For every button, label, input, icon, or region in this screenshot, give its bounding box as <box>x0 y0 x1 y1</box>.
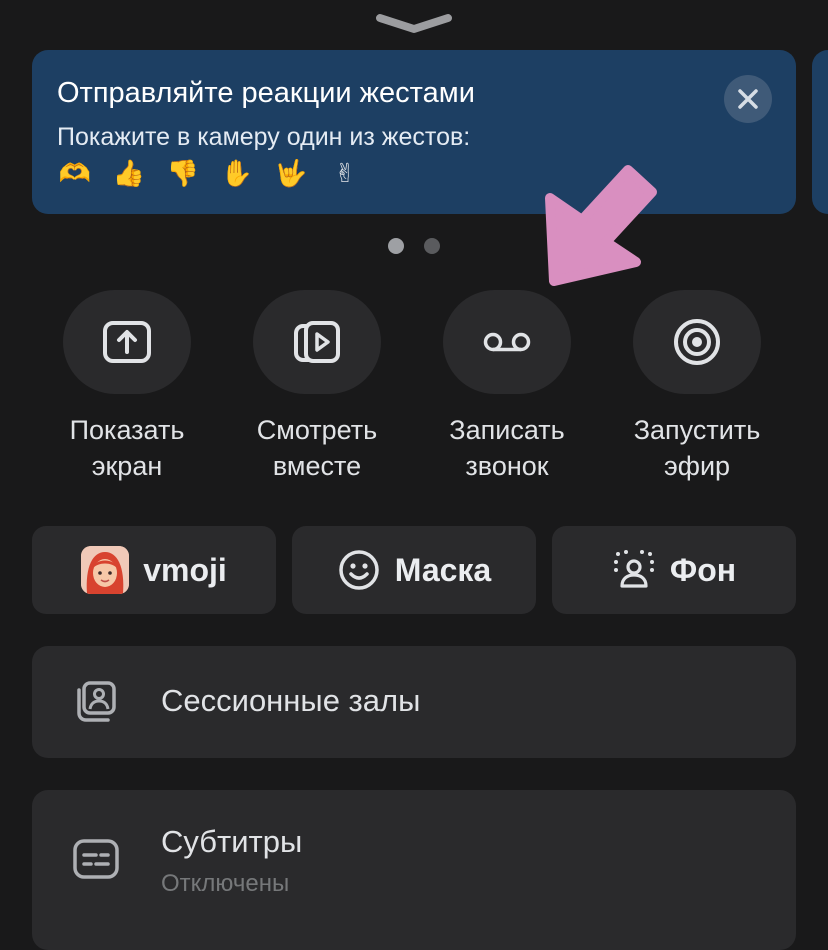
mask-button[interactable]: Маска <box>292 526 536 614</box>
action-watch-together[interactable]: Смотреть вместе <box>222 290 412 484</box>
subtitles-icon <box>73 839 119 879</box>
record-call-button[interactable] <box>443 290 571 394</box>
breakout-rooms-label: Сессионные залы <box>161 683 421 718</box>
vmoji-avatar <box>81 546 130 594</box>
watch-together-button[interactable] <box>253 290 381 394</box>
thumbs-up-icon: 👍 <box>112 159 146 189</box>
broadcast-icon <box>674 319 720 365</box>
thumbs-down-icon: 👎 <box>166 159 200 189</box>
vmoji-label: vmoji <box>143 551 227 588</box>
banner-subtitle: Покажите в камеру один из жестов: <box>57 123 471 151</box>
record-icon <box>483 332 531 352</box>
share-screen-label: Показать экран <box>69 415 185 481</box>
smiley-face-icon <box>339 550 379 590</box>
raised-hand-icon: ✋ <box>220 159 254 189</box>
gesture-list: 🫶 👍 👎 ✋ 🤟 ✌ <box>57 157 363 191</box>
subtitles-label: Субтитры <box>161 824 303 859</box>
banner-title: Отправляйте реакции жестами <box>57 77 475 109</box>
love-you-gesture-icon: 🤟 <box>274 159 308 189</box>
action-share-screen[interactable]: Показать экран <box>32 290 222 484</box>
action-start-broadcast[interactable]: Запустить эфир <box>602 290 792 484</box>
watch-together-label: Смотреть вместе <box>256 415 378 481</box>
subtitles-row[interactable]: Субтитры Отключены <box>32 790 796 950</box>
breakout-rooms-icon <box>77 681 116 722</box>
background-blur-icon <box>613 550 654 588</box>
close-banner-button[interactable] <box>724 75 772 123</box>
watch-together-icon <box>294 321 340 363</box>
background-label: Фон <box>669 551 737 588</box>
background-button[interactable]: Фон <box>552 526 796 614</box>
next-banner-peek[interactable] <box>812 50 828 214</box>
close-icon <box>738 89 758 109</box>
share-screen-button[interactable] <box>63 290 191 394</box>
mask-label: Маска <box>394 551 492 588</box>
heart-hands-icon: 🫶 <box>58 159 92 189</box>
vmoji-button[interactable]: vmoji <box>32 526 276 614</box>
pagination-dot-active[interactable] <box>388 238 404 254</box>
chevron-down-icon[interactable] <box>374 10 454 36</box>
subtitles-status: Отключены <box>161 870 290 897</box>
record-call-label: Записать звонок <box>449 415 565 481</box>
screen-share-icon <box>103 321 151 363</box>
start-broadcast-label: Запустить эфир <box>633 415 761 481</box>
action-record-call[interactable]: Записать звонок <box>412 290 602 484</box>
gesture-reactions-banner: Отправляйте реакции жестами Покажите в к… <box>32 50 796 214</box>
start-broadcast-button[interactable] <box>633 290 761 394</box>
breakout-rooms-row[interactable]: Сессионные залы <box>32 646 796 758</box>
pointer-arrow-icon <box>545 165 657 286</box>
pagination-dot[interactable] <box>424 238 440 254</box>
banner-pagination <box>388 238 440 254</box>
victory-hand-icon: ✌ <box>334 159 356 189</box>
